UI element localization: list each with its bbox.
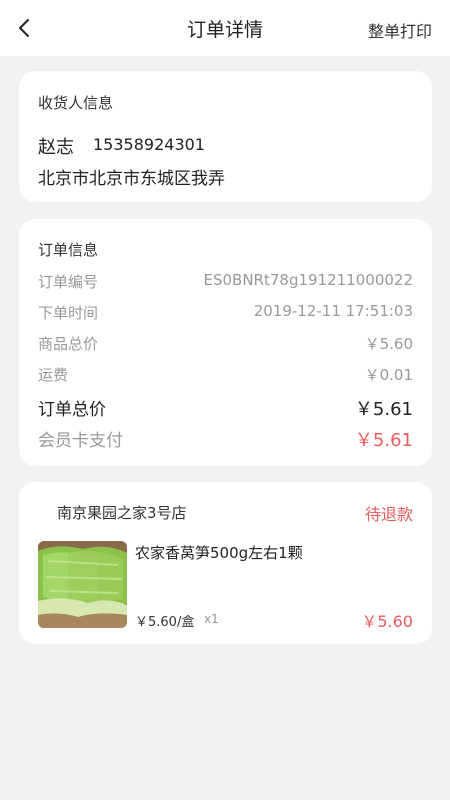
shipping-row: 运费 ￥0.01 <box>38 364 413 388</box>
order-number-row: 订单编号 ES0BNRt78g191211000022 <box>38 271 413 295</box>
order-time-value: 2019-12-11 17:51:03 <box>253 302 413 320</box>
recipient-card: 收货人信息 赵志 15358924301 北京市北京市东城区我弄 <box>19 71 432 202</box>
nav-bar: 订单详情 整单打印 <box>0 0 450 56</box>
shipping-label: 运费 <box>38 366 69 384</box>
product-unit-price: ￥5.60/盒 <box>135 615 195 630</box>
goods-total-label: 商品总价 <box>38 335 99 353</box>
store-name: 南京果园之家3号店 <box>57 504 187 522</box>
order-number-value: ES0BNRt78g191211000022 <box>203 271 414 289</box>
order-total-value: ￥5.61 <box>354 399 413 420</box>
product-quantity: x1 <box>204 612 219 626</box>
order-info-card: 订单信息 订单编号 ES0BNRt78g191211000022 下单时间 20… <box>19 219 432 466</box>
order-number-label: 订单编号 <box>38 273 99 291</box>
shipping-value: ￥0.01 <box>364 366 413 384</box>
order-total-row: 订单总价 ￥5.61 <box>38 395 413 420</box>
recipient-address: 北京市北京市东城区我弄 <box>38 169 225 189</box>
order-time-row: 下单时间 2019-12-11 17:51:03 <box>38 302 413 326</box>
store-order-card: 南京果园之家3号店 待退款 农家香莴笋500g左右1颗 ￥5.60/盒 x1 ￥… <box>19 482 432 644</box>
order-total-label: 订单总价 <box>38 400 106 420</box>
payment-value: ￥5.61 <box>354 430 413 451</box>
order-time-label: 下单时间 <box>38 304 99 322</box>
recipient-section-title: 收货人信息 <box>38 94 114 112</box>
payment-label: 会员卡支付 <box>38 431 123 451</box>
product-price: ￥5.60 <box>361 612 413 631</box>
recipient-phone: 15358924301 <box>93 135 205 154</box>
order-section-title: 订单信息 <box>38 241 99 259</box>
payment-row: 会员卡支付 ￥5.61 <box>38 426 413 451</box>
product-name[interactable]: 农家香莴笋500g左右1颗 <box>135 542 303 563</box>
goods-total-row: 商品总价 ￥5.60 <box>38 333 413 357</box>
print-order-button[interactable]: 整单打印 <box>368 18 432 42</box>
product-image[interactable] <box>38 541 127 628</box>
recipient-name: 赵志 <box>38 137 74 158</box>
goods-total-value: ￥5.60 <box>364 335 413 353</box>
status-badge: 待退款 <box>364 505 413 524</box>
